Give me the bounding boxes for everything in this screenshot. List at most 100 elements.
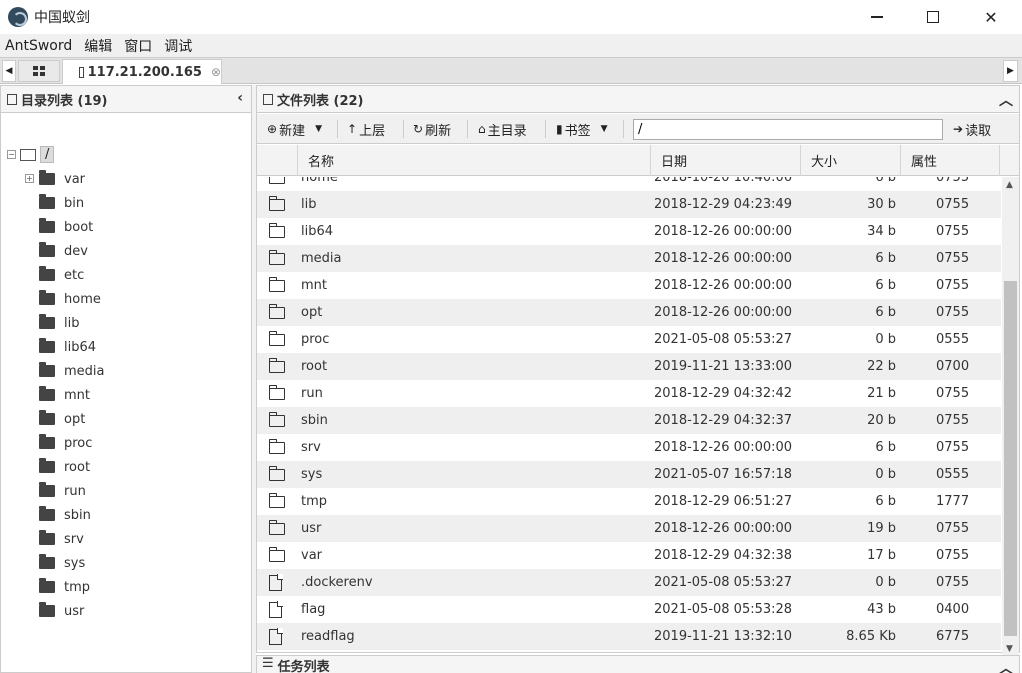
folder-icon bbox=[39, 266, 55, 281]
tree-item-dev[interactable]: dev bbox=[39, 241, 88, 261]
up-button[interactable]: ↑ 上层 bbox=[347, 119, 385, 139]
tree-item-boot[interactable]: boot bbox=[39, 217, 93, 237]
column-attr-header[interactable]: 属性 bbox=[900, 145, 1000, 176]
file-row[interactable]: flag 2021-05-08 05:53:28 43 b 0400 bbox=[257, 596, 1001, 623]
read-button[interactable]: ➔ 读取 bbox=[953, 119, 991, 139]
new-button-label: 新建 bbox=[279, 123, 306, 139]
tree-item-mnt[interactable]: mnt bbox=[39, 385, 90, 405]
file-name: lib bbox=[301, 197, 317, 212]
file-name: var bbox=[301, 548, 323, 563]
file-date: 2021-05-08 05:53:27 bbox=[654, 332, 793, 347]
file-size: 8.65 Kb bbox=[846, 629, 896, 644]
file-name: opt bbox=[301, 305, 323, 320]
file-row[interactable]: media 2018-12-26 00:00:00 6 b 0755 bbox=[257, 245, 1001, 272]
tree-item-label: home bbox=[64, 291, 101, 307]
tabs-scroll-right-button[interactable]: ▶ bbox=[1003, 60, 1018, 82]
collapse-up-icon[interactable]: ︿ bbox=[999, 90, 1013, 110]
collapse-left-icon[interactable]: ‹ bbox=[237, 90, 243, 106]
tree-item-srv[interactable]: srv bbox=[39, 529, 84, 549]
file-row[interactable]: srv 2018-12-26 00:00:00 6 b 0755 bbox=[257, 434, 1001, 461]
column-name-header[interactable]: 名称 bbox=[297, 145, 650, 176]
file-attr: 6775 bbox=[936, 629, 970, 644]
file-row[interactable]: usr 2018-12-26 00:00:00 19 b 0755 bbox=[257, 515, 1001, 542]
file-date: 2018-12-26 00:00:00 bbox=[654, 521, 793, 536]
tree-item-usr[interactable]: usr bbox=[39, 601, 84, 621]
folder-outline-icon bbox=[268, 519, 285, 535]
file-row[interactable]: sbin 2018-12-29 04:32:37 20 b 0755 bbox=[257, 407, 1001, 434]
file-row[interactable]: .dockerenv 2021-05-08 05:53:27 0 b 0755 bbox=[257, 569, 1001, 596]
folder-icon bbox=[39, 242, 55, 257]
file-attr: 0755 bbox=[936, 197, 970, 212]
bookmark-button[interactable]: ▮ 书签 ▼ bbox=[556, 119, 608, 139]
file-name: tmp bbox=[301, 494, 328, 509]
minimize-button[interactable] bbox=[848, 0, 906, 34]
tree-item-run[interactable]: run bbox=[39, 481, 86, 501]
scroll-up-icon[interactable]: ▲ bbox=[1006, 180, 1013, 190]
file-row[interactable]: home 2018-10-20 10:40:06 6 b 0755 bbox=[257, 177, 1001, 191]
folder-icon bbox=[39, 338, 55, 353]
menu-debug[interactable]: 调试 bbox=[158, 36, 198, 56]
tree-item-lib64[interactable]: lib64 bbox=[39, 337, 96, 357]
tree-item-sbin[interactable]: sbin bbox=[39, 505, 91, 525]
tree-item-var[interactable]: var bbox=[39, 169, 85, 189]
tree-item-proc[interactable]: proc bbox=[39, 433, 92, 453]
collapse-node-icon[interactable]: − bbox=[7, 150, 16, 159]
file-grid-scrollbar[interactable]: ▲ ▼ bbox=[1002, 177, 1019, 655]
file-row[interactable]: var 2018-12-29 04:32:38 17 b 0755 bbox=[257, 542, 1001, 569]
close-button[interactable]: ✕ bbox=[962, 0, 1020, 34]
task-panel-title: 任务列表 bbox=[277, 660, 330, 673]
file-row[interactable]: lib 2018-12-29 04:23:49 30 b 0755 bbox=[257, 191, 1001, 218]
path-input[interactable] bbox=[633, 119, 943, 140]
maximize-button[interactable] bbox=[904, 0, 962, 34]
file-row[interactable]: run 2018-12-29 04:32:42 21 b 0755 bbox=[257, 380, 1001, 407]
tab-remote-host[interactable]: 117.21.200.165 ⊗ bbox=[62, 59, 222, 84]
file-attr: 0755 bbox=[936, 548, 970, 563]
menu-window[interactable]: 窗口 bbox=[118, 36, 158, 56]
tree-item-sys[interactable]: sys bbox=[39, 553, 85, 573]
file-size: 0 b bbox=[875, 575, 896, 590]
tree-item-tmp[interactable]: tmp bbox=[39, 577, 90, 597]
file-row[interactable]: opt 2018-12-26 00:00:00 6 b 0755 bbox=[257, 299, 1001, 326]
tree-item-bin[interactable]: bin bbox=[39, 193, 84, 213]
folder-icon bbox=[39, 506, 55, 521]
tree-item-lib[interactable]: lib bbox=[39, 313, 79, 333]
home-icon: ⌂ bbox=[478, 122, 486, 136]
folder-open-icon bbox=[20, 148, 36, 161]
folder-icon bbox=[39, 386, 55, 401]
column-date-header[interactable]: 日期 bbox=[650, 145, 800, 176]
tabs-scroll-left-button[interactable]: ◀ bbox=[2, 60, 16, 82]
file-row[interactable]: mnt 2018-12-26 00:00:00 6 b 0755 bbox=[257, 272, 1001, 299]
home-button[interactable]: ⌂ 主目录 bbox=[478, 119, 527, 139]
folder-icon bbox=[39, 602, 55, 617]
scrollbar-thumb[interactable] bbox=[1004, 281, 1017, 636]
menu-edit[interactable]: 编辑 bbox=[78, 36, 118, 56]
file-size: 19 b bbox=[867, 521, 896, 536]
column-size-header[interactable]: 大小 bbox=[800, 145, 900, 176]
tree-root[interactable]: − / bbox=[7, 146, 55, 163]
file-attr: 0755 bbox=[936, 521, 970, 536]
tree-item-etc[interactable]: etc bbox=[39, 265, 84, 285]
file-row[interactable]: tmp 2018-12-29 06:51:27 6 b 1777 bbox=[257, 488, 1001, 515]
file-row[interactable]: root 2019-11-21 13:33:00 22 b 0700 bbox=[257, 353, 1001, 380]
tree-item-media[interactable]: media bbox=[39, 361, 105, 381]
tree-item-home[interactable]: home bbox=[39, 289, 101, 309]
file-name: media bbox=[301, 251, 342, 266]
folder-icon bbox=[39, 170, 55, 185]
file-attr: 0555 bbox=[936, 332, 970, 347]
file-date: 2021-05-07 16:57:18 bbox=[654, 467, 793, 482]
file-row[interactable]: lib64 2018-12-26 00:00:00 34 b 0755 bbox=[257, 218, 1001, 245]
tree-item-root[interactable]: root bbox=[39, 457, 90, 477]
tab-home-grid[interactable] bbox=[18, 60, 60, 82]
menu-antsword[interactable]: AntSword bbox=[0, 38, 78, 54]
scroll-down-icon[interactable]: ▼ bbox=[1006, 644, 1013, 654]
expand-node-icon[interactable]: + bbox=[25, 174, 34, 183]
tree-item-opt[interactable]: opt bbox=[39, 409, 85, 429]
file-row[interactable]: proc 2021-05-08 05:53:27 0 b 0555 bbox=[257, 326, 1001, 353]
collapse-up-icon[interactable]: ︿ bbox=[999, 658, 1013, 673]
tab-close-icon[interactable]: ⊗ bbox=[211, 65, 221, 79]
file-date: 2021-05-08 05:53:27 bbox=[654, 575, 793, 590]
new-button[interactable]: ⊕ 新建 ▼ bbox=[267, 119, 322, 139]
file-row[interactable]: sys 2021-05-07 16:57:18 0 b 0555 bbox=[257, 461, 1001, 488]
refresh-button[interactable]: ↻ 刷新 bbox=[413, 119, 451, 139]
file-row[interactable]: readflag 2019-11-21 13:32:10 8.65 Kb 6775 bbox=[257, 623, 1001, 650]
